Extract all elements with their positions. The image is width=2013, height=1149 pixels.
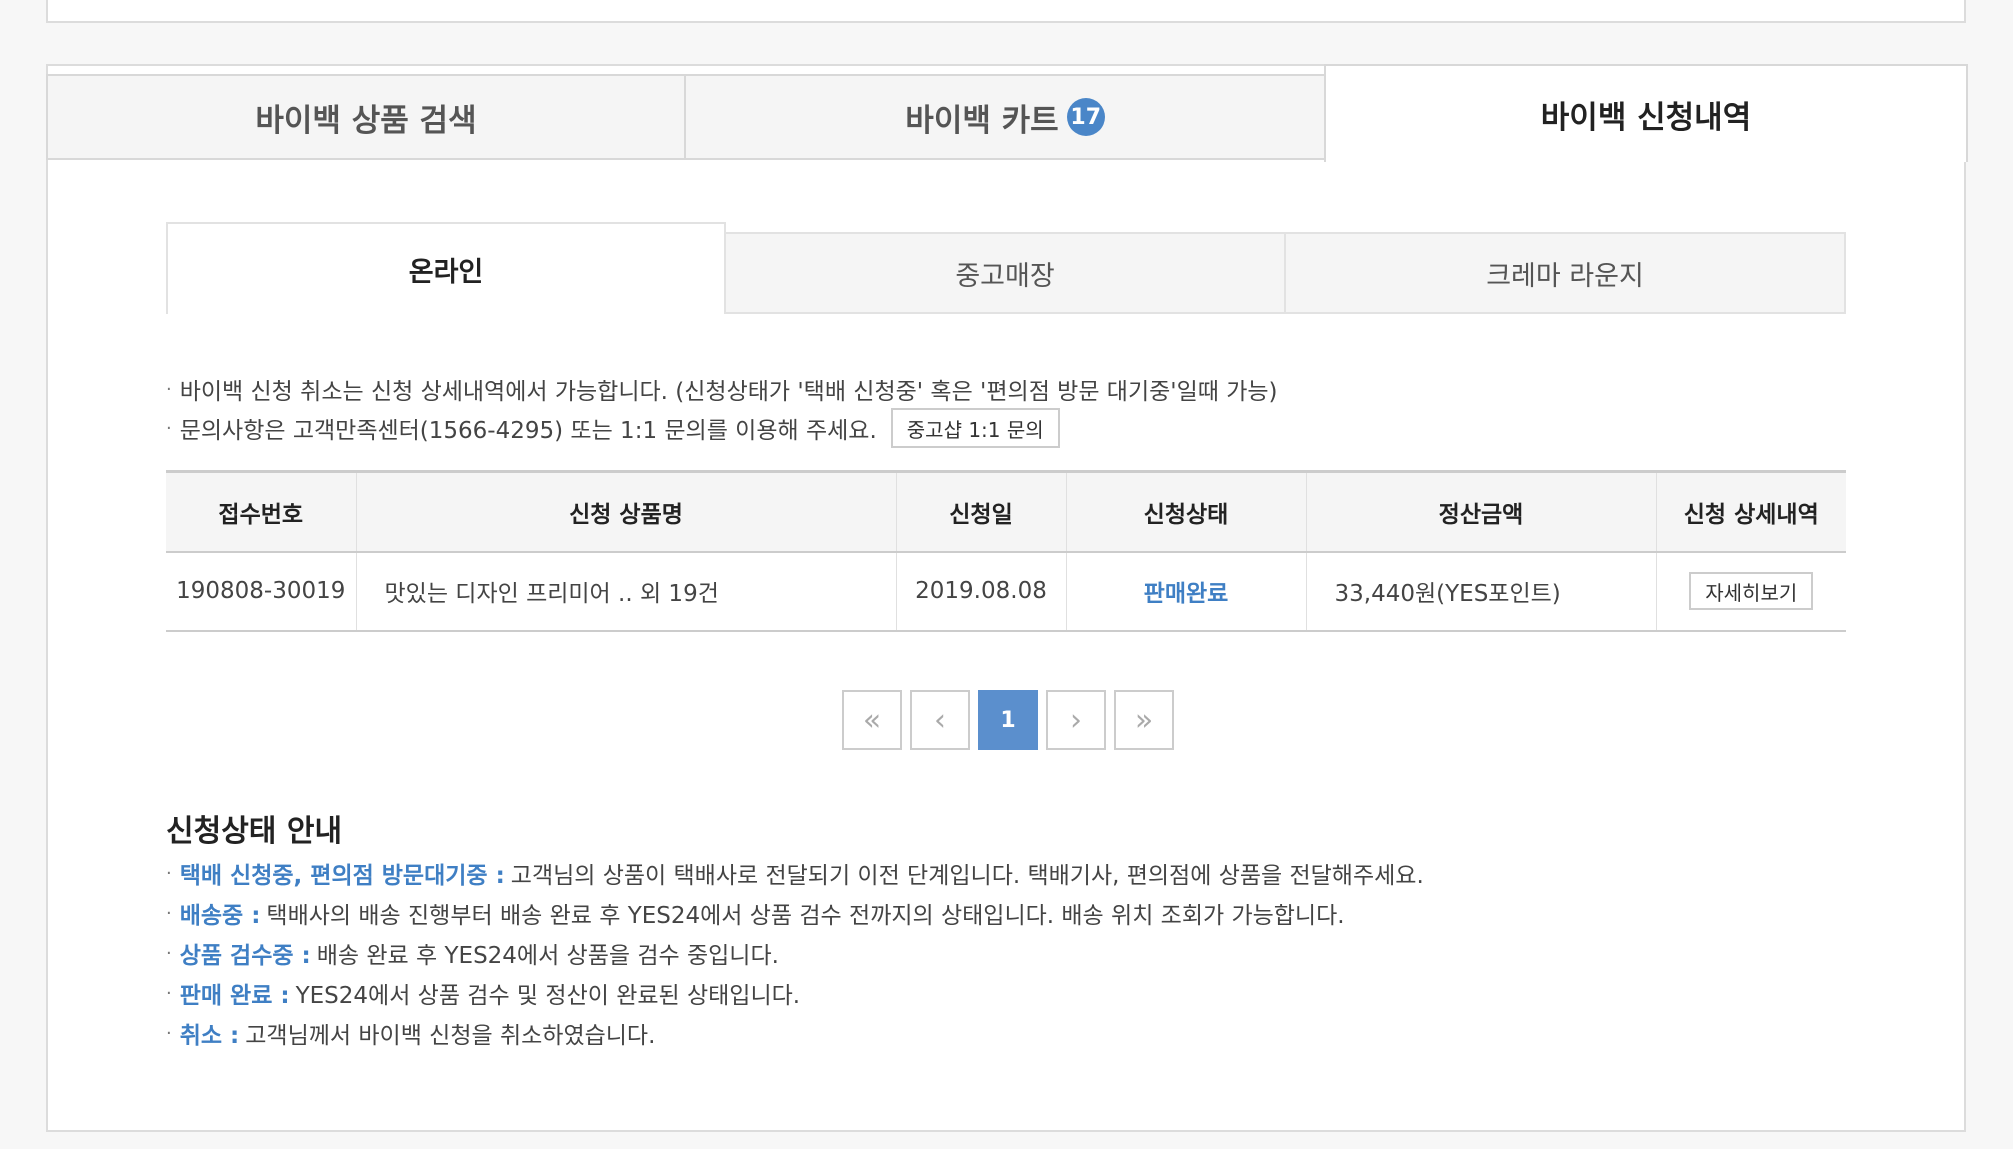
guide-item: · 취소 : 고객님께서 바이백 신청을 취소하였습니다. (166, 1016, 655, 1050)
note-text: 바이백 신청 취소는 신청 상세내역에서 가능합니다. (신청상태가 '택배 신… (179, 379, 1278, 405)
guide-item-desc: 택배사의 배송 진행부터 배송 완료 후 YES24에서 상품 검수 전까지의 … (266, 903, 1345, 929)
pagination: « ‹ 1 › » (842, 690, 1174, 750)
next-page-button[interactable]: › (1046, 690, 1106, 750)
guide-item-key: 택배 신청중, 편의점 방문대기중 : (179, 863, 505, 889)
tab-buyback-history[interactable]: 바이백 신청내역 (1324, 64, 1968, 162)
col-header-detail: 신청 상세내역 (1655, 471, 1846, 553)
subtab-label: 온라인 (408, 256, 484, 288)
tab-label: 바이백 신청내역 (1540, 99, 1752, 136)
history-table: 접수번호 신청 상품명 신청일 신청상태 정산금액 신청 상세내역 190808… (166, 470, 1846, 632)
subtab-used-store[interactable]: 중고매장 (724, 232, 1286, 314)
subtab-online[interactable]: 온라인 (166, 222, 726, 314)
bullet-dot: · (166, 378, 172, 400)
col-header-amount: 정산금액 (1305, 471, 1656, 553)
bullet-dot: · (166, 942, 172, 964)
first-page-button[interactable]: « (842, 690, 902, 750)
note-cancel-info: · 바이백 신청 취소는 신청 상세내역에서 가능합니다. (신청상태가 '택배… (166, 372, 1278, 406)
tab-buyback-cart[interactable]: 바이백 카트 17 (684, 74, 1326, 160)
subtab-active-gap (168, 312, 724, 314)
detail-button[interactable]: 자세히보기 (1689, 572, 1814, 610)
bullet-dot: · (166, 982, 172, 1004)
guide-item: · 상품 검수중 : 배송 완료 후 YES24에서 상품을 검수 중입니다. (166, 936, 779, 970)
guide-item-desc: 고객님께서 바이백 신청을 취소하였습니다. (245, 1023, 656, 1049)
top-section-box (46, 0, 1966, 23)
guide-item-key: 판매 완료 : (179, 983, 290, 1009)
cell-product: 맛있는 디자인 프리미어 .. 외 19건 (355, 551, 896, 632)
guide-item-desc: 고객님의 상품이 택배사로 전달되기 이전 단계입니다. 택배기사, 편의점에 … (510, 863, 1424, 889)
col-header-product: 신청 상품명 (355, 471, 896, 553)
col-header-date: 신청일 (895, 471, 1066, 553)
cell-detail: 자세히보기 (1655, 551, 1846, 632)
guide-item: · 판매 완료 : YES24에서 상품 검수 및 정산이 완료된 상태입니다. (166, 976, 800, 1010)
table-row: 190808-30019 맛있는 디자인 프리미어 .. 외 19건 2019.… (166, 551, 1846, 632)
inquiry-button[interactable]: 중고샵 1:1 문의 (890, 408, 1060, 448)
note-text: 문의사항은 고객만족센터(1566-4295) 또는 1:1 문의를 이용해 주… (179, 418, 877, 444)
subtab-crema-lounge[interactable]: 크레마 라운지 (1284, 232, 1846, 314)
tab-buyback-search[interactable]: 바이백 상품 검색 (46, 74, 686, 160)
page-1-button[interactable]: 1 (978, 690, 1038, 750)
guide-item: · 배송중 : 택배사의 배송 진행부터 배송 완료 후 YES24에서 상품 … (166, 896, 1345, 930)
guide-item-key: 취소 : (179, 1023, 240, 1049)
prev-page-button[interactable]: ‹ (910, 690, 970, 750)
guide-item-key: 상품 검수중 : (179, 943, 311, 969)
guide-item-desc: 배송 완료 후 YES24에서 상품을 검수 중입니다. (316, 943, 779, 969)
subtab-label: 중고매장 (955, 260, 1055, 292)
main-tabs: 바이백 상품 검색 바이백 카트 17 바이백 신청내역 (46, 64, 1968, 162)
guide-item-desc: YES24에서 상품 검수 및 정산이 완료된 상태입니다. (295, 983, 801, 1009)
cell-status: 판매완료 (1065, 551, 1306, 632)
cell-date: 2019.08.08 (895, 551, 1066, 632)
status-guide-title: 신청상태 안내 (166, 814, 343, 849)
note-inquiry-info: · 문의사항은 고객만족센터(1566-4295) 또는 1:1 문의를 이용해… (166, 408, 1060, 448)
guide-item-key: 배송중 : (179, 903, 261, 929)
last-page-button[interactable]: » (1114, 690, 1174, 750)
cart-count-badge: 17 (1066, 98, 1105, 136)
bullet-dot: · (166, 902, 172, 924)
bullet-dot: · (166, 1022, 172, 1044)
tab-label: 바이백 카트 (905, 102, 1059, 139)
bullet-dot: · (166, 417, 172, 439)
cell-receipt-no: 190808-30019 (166, 551, 356, 632)
table-header-row: 접수번호 신청 상품명 신청일 신청상태 정산금액 신청 상세내역 (166, 471, 1846, 553)
cell-amount: 33,440원(YES포인트) (1305, 551, 1656, 632)
col-header-receipt-no: 접수번호 (166, 471, 356, 553)
col-header-status: 신청상태 (1065, 471, 1306, 553)
buyback-panel: 바이백 상품 검색 바이백 카트 17 바이백 신청내역 온라인 중고매장 크레… (46, 64, 1968, 1132)
guide-item: · 택배 신청중, 편의점 방문대기중 : 고객님의 상품이 택배사로 전달되기… (166, 856, 1424, 890)
subtab-label: 크레마 라운지 (1486, 260, 1644, 292)
tab-label: 바이백 상품 검색 (255, 102, 477, 139)
bullet-dot: · (166, 862, 172, 884)
